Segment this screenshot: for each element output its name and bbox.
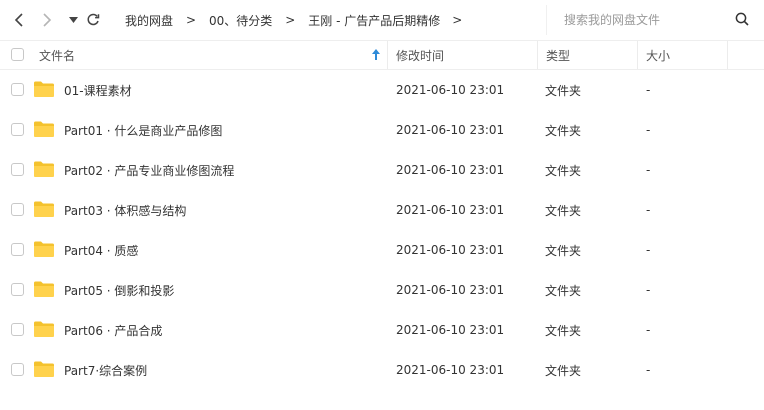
back-button[interactable] — [10, 10, 28, 30]
folder-icon — [34, 161, 54, 177]
folder-icon — [34, 281, 54, 297]
chevron-left-icon — [14, 13, 23, 27]
column-divider[interactable] — [637, 41, 638, 69]
file-size: - — [646, 323, 651, 337]
column-header-name[interactable]: 文件名 — [39, 41, 75, 69]
column-header-type[interactable]: 类型 — [546, 41, 570, 69]
breadcrumb-separator-icon: > — [185, 13, 197, 27]
column-divider[interactable] — [387, 41, 388, 69]
file-row[interactable]: Part02 · 产品专业商业修图流程 2021-06-10 23:01 文件夹 - — [0, 150, 764, 190]
file-modified-time: 2021-06-10 23:01 — [396, 203, 505, 217]
row-checkbox[interactable] — [11, 83, 24, 96]
file-size: - — [646, 163, 651, 177]
row-checkbox[interactable] — [11, 123, 24, 136]
file-type: 文件夹 — [545, 203, 582, 218]
column-divider[interactable] — [537, 41, 538, 69]
file-row[interactable]: Part05 · 倒影和投影 2021-06-10 23:01 文件夹 - — [0, 270, 764, 310]
file-size: - — [646, 363, 651, 377]
file-type: 文件夹 — [545, 283, 582, 298]
file-type: 文件夹 — [545, 243, 582, 258]
file-name[interactable]: Part06 · 产品合成 — [64, 310, 162, 350]
folder-icon — [34, 241, 54, 257]
file-row[interactable]: Part04 · 质感 2021-06-10 23:01 文件夹 - — [0, 230, 764, 270]
file-size: - — [646, 83, 651, 97]
file-modified-time: 2021-06-10 23:01 — [396, 283, 505, 297]
file-name[interactable]: Part01 · 什么是商业产品修图 — [64, 110, 222, 150]
file-size: - — [646, 123, 651, 137]
file-modified-time: 2021-06-10 23:01 — [396, 163, 505, 177]
search-input[interactable] — [564, 13, 739, 27]
file-row[interactable]: Part01 · 什么是商业产品修图 2021-06-10 23:01 文件夹 - — [0, 110, 764, 150]
breadcrumb: 我的网盘 > 00、待分类 > 王刚 - 广告产品后期精修 > — [120, 0, 469, 40]
refresh-button[interactable] — [84, 10, 102, 30]
breadcrumb-item-current-folder[interactable]: 王刚 - 广告产品后期精修 — [303, 12, 445, 29]
file-type: 文件夹 — [545, 323, 582, 338]
file-type: 文件夹 — [545, 363, 582, 378]
row-checkbox[interactable] — [11, 203, 24, 216]
file-row[interactable]: Part03 · 体积感与结构 2021-06-10 23:01 文件夹 - — [0, 190, 764, 230]
column-header-modified[interactable]: 修改时间 — [396, 41, 444, 69]
file-type: 文件夹 — [545, 163, 582, 178]
file-name[interactable]: Part03 · 体积感与结构 — [64, 190, 186, 230]
file-row[interactable]: 01-课程素材 2021-06-10 23:01 文件夹 - — [0, 70, 764, 110]
history-dropdown-button[interactable] — [64, 10, 82, 30]
row-checkbox[interactable] — [11, 283, 24, 296]
search-icon[interactable] — [735, 12, 749, 26]
caret-down-icon — [68, 17, 78, 23]
file-modified-time: 2021-06-10 23:01 — [396, 83, 505, 97]
folder-icon — [34, 81, 54, 97]
breadcrumb-item-uncategorized[interactable]: 00、待分类 — [204, 12, 277, 29]
breadcrumb-expand-icon[interactable]: > — [445, 13, 469, 27]
column-divider[interactable] — [727, 41, 728, 69]
row-checkbox[interactable] — [11, 243, 24, 256]
file-type: 文件夹 — [545, 123, 582, 138]
file-size: - — [646, 243, 651, 257]
file-name[interactable]: Part05 · 倒影和投影 — [64, 270, 174, 310]
breadcrumb-item-my-drive[interactable]: 我的网盘 — [120, 12, 178, 29]
file-size: - — [646, 283, 651, 297]
file-type: 文件夹 — [545, 83, 582, 98]
search-box — [546, 5, 764, 35]
row-checkbox[interactable] — [11, 363, 24, 376]
row-checkbox[interactable] — [11, 323, 24, 336]
breadcrumb-separator-icon: > — [285, 13, 296, 27]
file-modified-time: 2021-06-10 23:01 — [396, 323, 505, 337]
file-row[interactable]: Part06 · 产品合成 2021-06-10 23:01 文件夹 - — [0, 310, 764, 350]
file-list-header: 文件名 修改时间 类型 大小 — [0, 40, 764, 70]
file-size: - — [646, 203, 651, 217]
file-name[interactable]: Part04 · 质感 — [64, 230, 138, 270]
file-modified-time: 2021-06-10 23:01 — [396, 123, 505, 137]
folder-icon — [34, 321, 54, 337]
file-modified-time: 2021-06-10 23:01 — [396, 363, 505, 377]
toolbar: 我的网盘 > 00、待分类 > 王刚 - 广告产品后期精修 > — [0, 0, 764, 40]
select-all-checkbox[interactable] — [11, 48, 24, 61]
file-name[interactable]: Part02 · 产品专业商业修图流程 — [64, 150, 234, 190]
forward-button[interactable] — [38, 10, 56, 30]
folder-icon — [34, 121, 54, 137]
file-row[interactable]: Part7·综合案例 2021-06-10 23:01 文件夹 - — [0, 350, 764, 390]
file-name[interactable]: 01-课程素材 — [64, 70, 132, 110]
folder-icon — [34, 201, 54, 217]
file-modified-time: 2021-06-10 23:01 — [396, 243, 505, 257]
chevron-right-icon — [43, 13, 52, 27]
column-header-size[interactable]: 大小 — [646, 41, 670, 69]
sort-ascending-icon[interactable] — [372, 49, 380, 60]
refresh-icon — [87, 13, 100, 26]
folder-icon — [34, 361, 54, 377]
row-checkbox[interactable] — [11, 163, 24, 176]
file-name[interactable]: Part7·综合案例 — [64, 350, 147, 390]
